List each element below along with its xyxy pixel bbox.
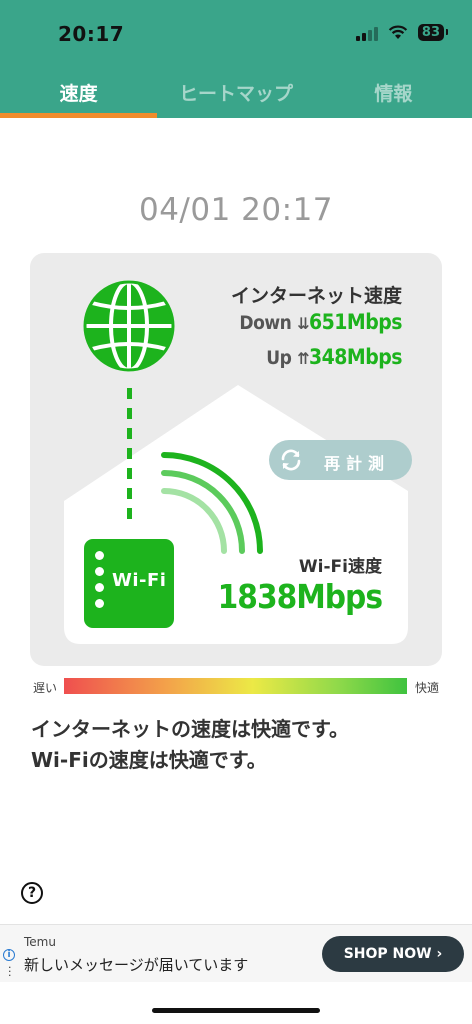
wifi-status-icon: [388, 25, 408, 39]
tab-heatmap-label: ヒートマップ: [178, 83, 293, 105]
tab-speed[interactable]: 速度: [0, 64, 158, 118]
ad-brand: Temu: [24, 935, 56, 949]
ad-text: 新しいメッセージが届いています: [24, 956, 249, 974]
status-message: インターネットの速度は快適です。 Wi-Fiの速度は快適です。: [31, 714, 349, 776]
wifi-speed-title: Wi-Fi速度: [298, 557, 382, 577]
battery-indicator: 83: [417, 24, 449, 41]
router-led: [95, 599, 104, 608]
remeasure-label: 再計測: [324, 454, 391, 473]
status-message-line: Wi-Fiの速度は快適です。: [31, 748, 267, 772]
globe-icon: [83, 280, 175, 372]
download-speed: Down ⇊651Mbps: [239, 310, 402, 334]
router-led: [95, 583, 104, 592]
remeasure-button[interactable]: 再計測: [269, 440, 412, 480]
tab-speed-label: 速度: [59, 83, 98, 105]
connection-line: [127, 388, 132, 528]
wifi-speed-value: 1838Mbps: [217, 577, 383, 616]
scale-slow-label: 遅い: [33, 681, 58, 695]
tab-bar: 速度 ヒートマップ 情報: [0, 64, 472, 118]
upload-speed: Up ⇈348Mbps: [266, 345, 402, 369]
tab-info-label: 情報: [374, 83, 413, 105]
ad-banner[interactable]: i · · · Temu 新しいメッセージが届いています SHOP NOW ›: [0, 924, 472, 982]
status-icons: 83: [355, 24, 449, 41]
router-label: Wi-Fi: [112, 570, 167, 591]
ad-info-icon[interactable]: i: [3, 949, 15, 961]
download-arrows-icon: ⇊: [297, 314, 309, 333]
refresh-icon: [281, 449, 301, 471]
upload-arrows-icon: ⇈: [297, 349, 309, 368]
upload-label: Up: [266, 347, 292, 369]
measured-datetime: 04/01 20:17: [138, 192, 334, 228]
router-led: [95, 551, 104, 560]
home-indicator[interactable]: [152, 1008, 320, 1013]
active-tab-underline: [0, 113, 158, 118]
help-icon[interactable]: ?: [21, 882, 43, 904]
router-icon: Wi-Fi: [84, 539, 174, 628]
cellular-signal-icon: [355, 25, 378, 41]
wifi-waves-icon: [161, 452, 263, 554]
shop-now-button[interactable]: SHOP NOW ›: [322, 936, 464, 972]
status-message-line: インターネットの速度は快適です。: [31, 717, 349, 741]
ad-menu-icon[interactable]: · · ·: [8, 962, 12, 981]
scale-fast-label: 快適: [415, 681, 440, 695]
tab-info[interactable]: 情報: [315, 64, 472, 118]
download-value: 651Mbps: [308, 310, 403, 334]
download-label: Down: [239, 312, 292, 334]
router-led: [95, 567, 104, 576]
tab-heatmap[interactable]: ヒートマップ: [157, 64, 314, 118]
app-header: 20:17 83 速度 ヒートマップ 情報: [0, 0, 472, 118]
internet-speed-title: インターネット速度: [230, 285, 402, 307]
speed-card: Wi-Fi インターネット速度 Down ⇊651Mbps Up ⇈348Mbp…: [30, 253, 442, 666]
upload-value: 348Mbps: [308, 345, 403, 369]
speed-scale-bar: [64, 678, 407, 694]
status-time: 20:17: [58, 22, 125, 46]
